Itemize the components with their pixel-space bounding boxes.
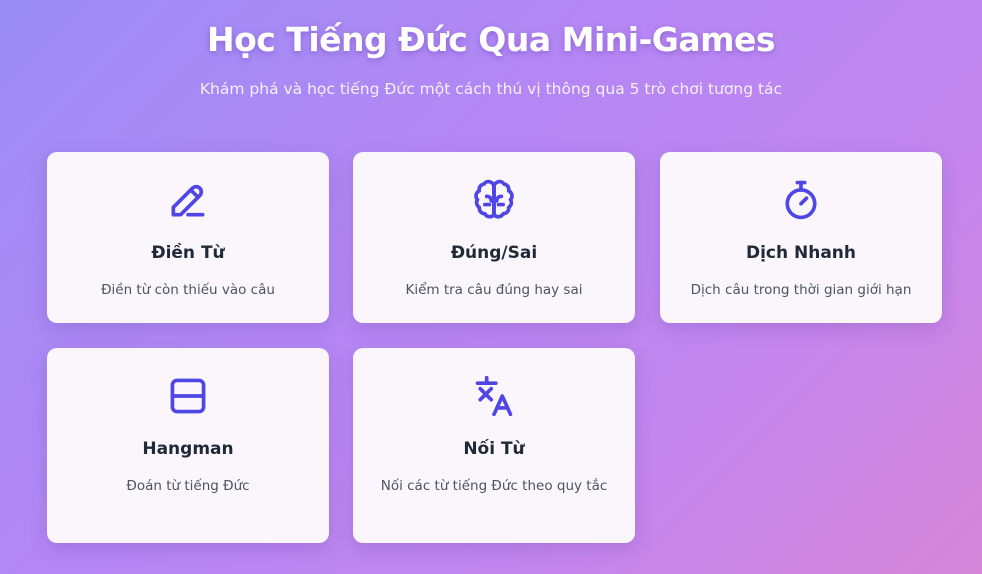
game-card-description: Đoán từ tiếng Đức — [126, 478, 250, 494]
game-card-title: Dịch Nhanh — [745, 243, 857, 263]
game-card-description: Nối các từ tiếng Đức theo quy tắc — [380, 478, 608, 494]
page-subtitle: Khám phá và học tiếng Đức một cách thú v… — [199, 80, 783, 98]
pencil-icon — [166, 178, 210, 222]
brain-icon — [472, 178, 516, 222]
page-title: Học Tiếng Đức Qua Mini-Games — [206, 20, 776, 59]
game-card-dich-nhanh[interactable]: Dịch Nhanh Dịch câu trong thời gian giới… — [660, 152, 942, 323]
game-card-hangman[interactable]: Hangman Đoán từ tiếng Đức — [47, 348, 329, 543]
game-card-dien-tu[interactable]: Điền Từ Điền từ còn thiếu vào câu — [47, 152, 329, 323]
translate-icon — [472, 374, 516, 418]
hangman-box-icon — [166, 374, 210, 418]
game-card-title: Đúng/Sai — [450, 243, 538, 263]
game-card-description: Kiểm tra câu đúng hay sai — [405, 282, 583, 298]
game-card-description: Điền từ còn thiếu vào câu — [101, 282, 275, 298]
game-card-description: Dịch câu trong thời gian giới hạn — [690, 282, 912, 298]
game-card-dung-sai[interactable]: Đúng/Sai Kiểm tra câu đúng hay sai — [353, 152, 635, 323]
game-card-noi-tu[interactable]: Nối Từ Nối các từ tiếng Đức theo quy tắc — [353, 348, 635, 543]
stopwatch-icon — [779, 178, 823, 222]
game-card-title: Điền Từ — [151, 243, 225, 263]
game-card-title: Hangman — [142, 439, 234, 459]
game-card-title: Nối Từ — [463, 439, 525, 459]
